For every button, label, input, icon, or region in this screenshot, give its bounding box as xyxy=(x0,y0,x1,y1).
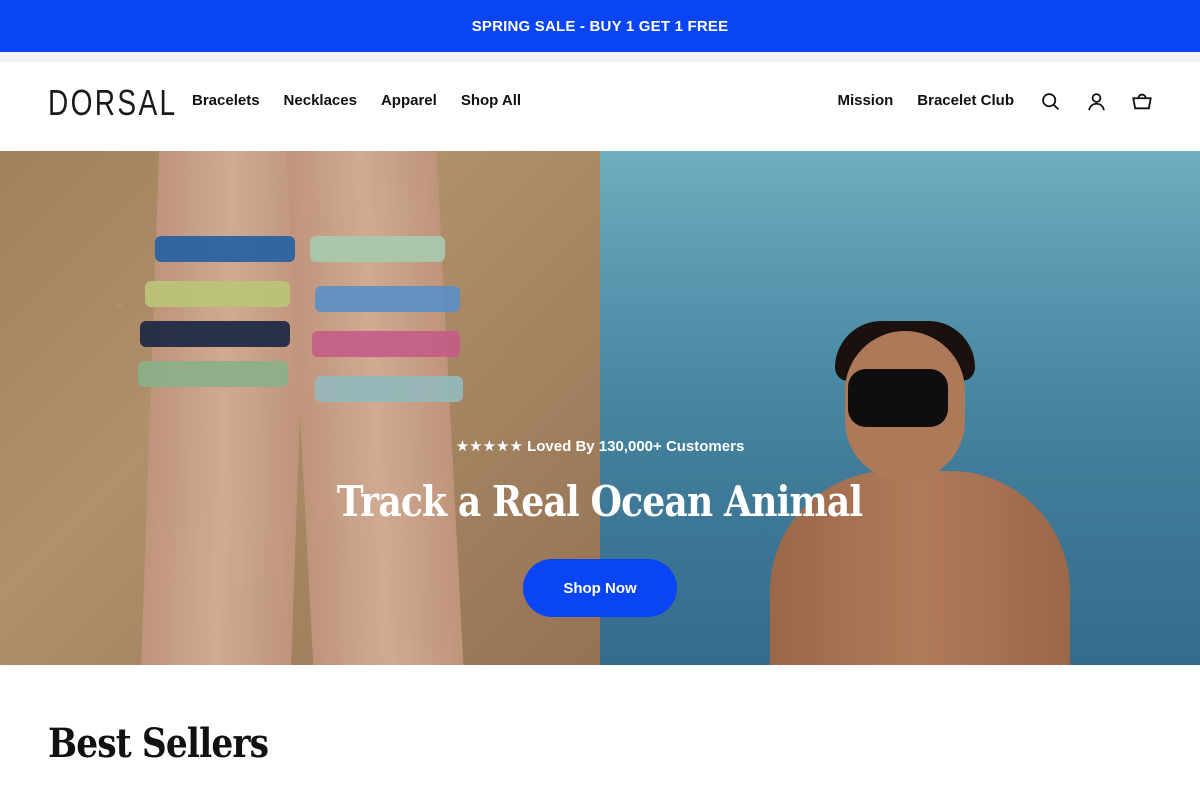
hero-banner: ★★★★★ Loved By 130,000+ Customers Track … xyxy=(0,151,1200,665)
nav-bracelet-club[interactable]: Bracelet Club xyxy=(917,92,1014,109)
hero-title: Track a Real Ocean Animal xyxy=(337,477,863,526)
nav-necklaces[interactable]: Necklaces xyxy=(284,92,357,109)
nav-mission[interactable]: Mission xyxy=(837,92,893,109)
nav-bracelets[interactable]: Bracelets xyxy=(192,92,260,109)
best-sellers-heading: Best Sellers xyxy=(48,720,269,767)
brand-logo[interactable]: DORSAL xyxy=(48,82,178,124)
announcement-text: SPRING SALE - BUY 1 GET 1 FREE xyxy=(471,17,729,35)
shop-now-button[interactable]: Shop Now xyxy=(523,559,677,617)
header-icons xyxy=(1038,89,1154,113)
search-icon[interactable] xyxy=(1038,89,1062,113)
hero-content: ★★★★★ Loved By 130,000+ Customers Track … xyxy=(0,437,1200,526)
nav-shop-all[interactable]: Shop All xyxy=(461,92,521,109)
announcement-bar[interactable]: SPRING SALE - BUY 1 GET 1 FREE xyxy=(0,0,1200,52)
hero-rating: ★★★★★ Loved By 130,000+ Customers xyxy=(455,438,745,455)
secondary-nav: Mission Bracelet Club xyxy=(837,92,1014,109)
nav-apparel[interactable]: Apparel xyxy=(381,92,437,109)
account-icon[interactable] xyxy=(1084,89,1108,113)
primary-nav: Bracelets Necklaces Apparel Shop All xyxy=(192,92,521,109)
site-header: DORSAL Bracelets Necklaces Apparel Shop … xyxy=(0,52,1200,151)
cart-icon[interactable] xyxy=(1130,89,1154,113)
